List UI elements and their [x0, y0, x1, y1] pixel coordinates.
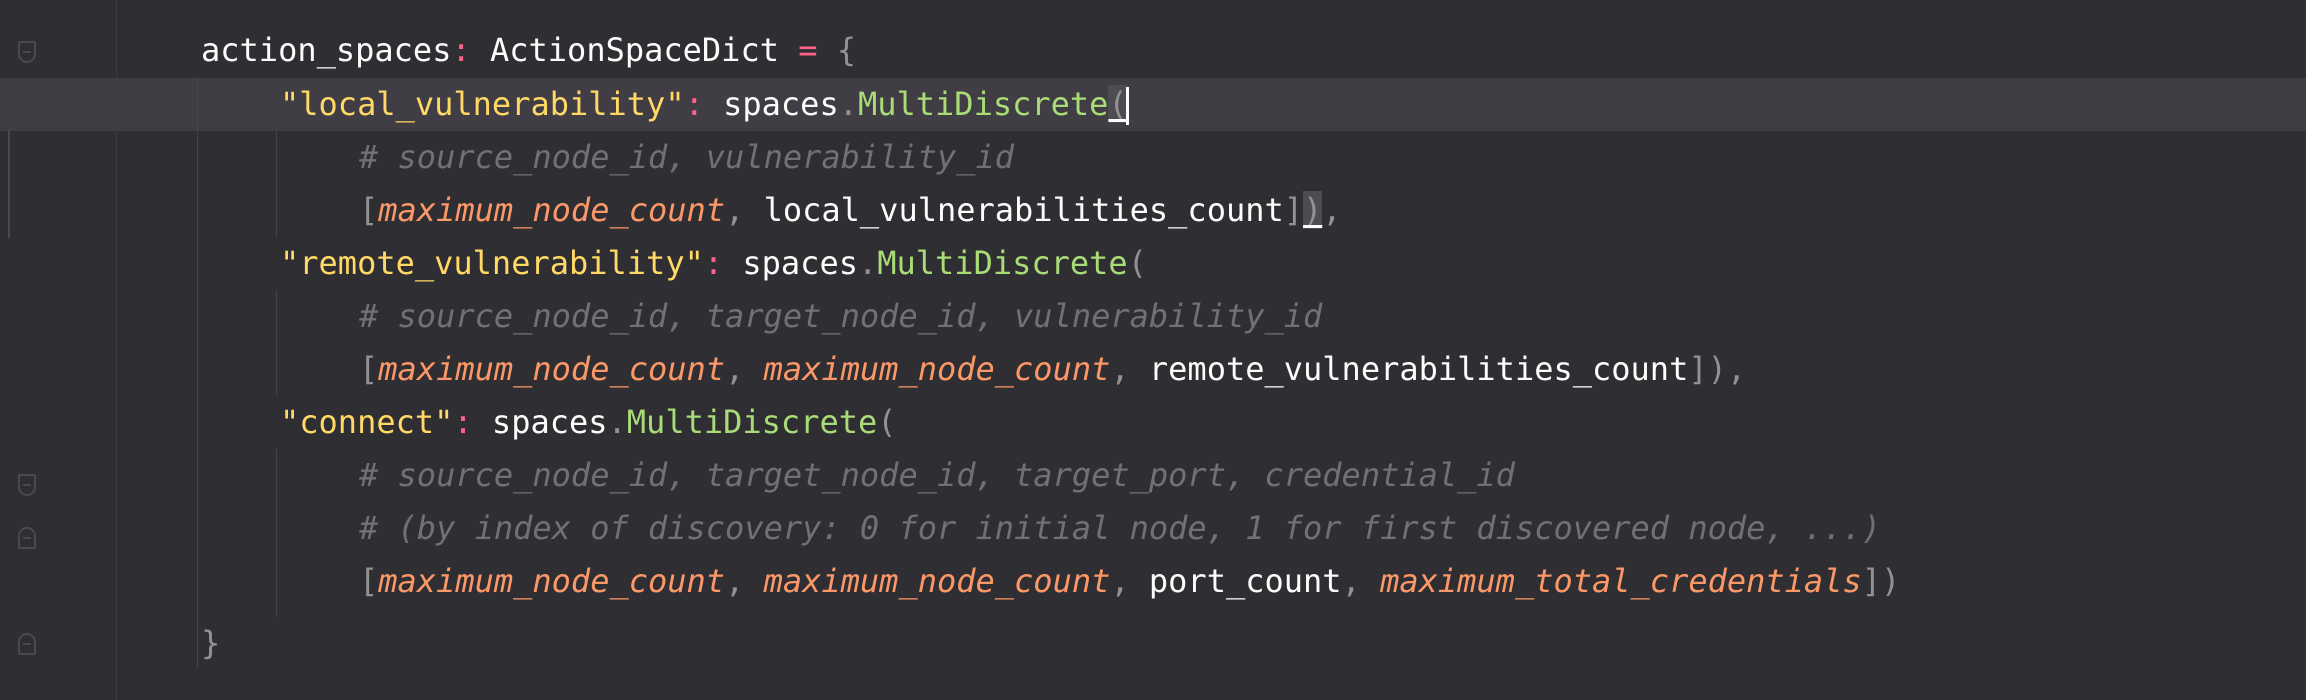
bracket-token: ] [1283, 191, 1304, 229]
type-name: ActionSpaceDict [489, 31, 779, 69]
dot-token: . [838, 85, 858, 123]
comma-token: , [725, 350, 764, 388]
fold-close-icon[interactable] [18, 633, 36, 655]
code-editor[interactable]: action_spaces: ActionSpaceDict = { "loca… [0, 0, 2306, 700]
variable-name: port_count [1148, 562, 1342, 600]
text-caret [1125, 87, 1129, 125]
bracket-token: [ [359, 562, 379, 600]
parameter-name: maximum_node_count [763, 350, 1111, 388]
comment: # (by index of discovery: 0 for initial … [359, 509, 1881, 547]
variable-name: action_spaces [201, 31, 452, 69]
indent-guide [276, 131, 277, 237]
variable-name: remote_vulnerabilities_count [1148, 350, 1689, 388]
matched-paren: ) [1303, 191, 1323, 229]
indent-guide [276, 449, 277, 617]
parameter-name: maximum_node_count [378, 191, 726, 229]
parameter-name: maximum_node_count [378, 350, 726, 388]
code-line-4[interactable]: [maximum_node_count, local_vulnerabiliti… [359, 184, 1342, 237]
class-name: MultiDiscrete [857, 85, 1109, 123]
comma-token: , [1110, 350, 1149, 388]
module-name: spaces [491, 403, 608, 441]
parameter-name: maximum_node_count [378, 562, 726, 600]
code-line-10[interactable]: # (by index of discovery: 0 for initial … [359, 502, 1881, 555]
fold-open-icon[interactable] [18, 41, 36, 63]
variable-name: local_vulnerabilities_count [763, 191, 1284, 229]
comment: # source_node_id, target_node_id, target… [359, 456, 1515, 494]
bracket-token: [ [359, 350, 379, 388]
string-key: "connect" [280, 403, 454, 441]
comma-token: , [1341, 562, 1381, 600]
module-name: spaces [723, 85, 839, 123]
code-line-12[interactable]: } [201, 617, 220, 670]
code-line-9[interactable]: # source_node_id, target_node_id, target… [359, 449, 1515, 502]
bracket-token: ]), [1688, 350, 1747, 388]
code-line-8[interactable]: "connect": spaces.MultiDiscrete( [280, 396, 897, 449]
string-key: "local_vulnerability" [280, 85, 685, 123]
parameter-name: maximum_total_credentials [1380, 562, 1862, 600]
brace-token: } [201, 624, 221, 662]
comment: # source_node_id, target_node_id, vulner… [359, 297, 1323, 335]
fold-open-icon[interactable] [18, 474, 36, 496]
paren-token: ( [1127, 244, 1147, 282]
string-key: "remote_vulnerability" [280, 244, 704, 282]
class-name: MultiDiscrete [626, 403, 878, 441]
code-line-3[interactable]: # source_node_id, vulnerability_id [359, 131, 1014, 184]
comma-token: , [725, 191, 764, 229]
dot-token: . [607, 403, 627, 441]
bracket-token: [ [359, 191, 379, 229]
colon-token: : [451, 31, 471, 69]
indent-guide [276, 290, 277, 396]
comma-token: , [1110, 562, 1149, 600]
fold-close-icon[interactable] [18, 527, 36, 549]
colon-token: : [703, 244, 724, 282]
operator-token: = [798, 31, 818, 69]
code-line-1[interactable]: action_spaces: ActionSpaceDict = { [201, 24, 856, 77]
dot-token: . [857, 244, 878, 282]
class-name: MultiDiscrete [877, 244, 1128, 282]
comment: # source_node_id, vulnerability_id [359, 138, 1015, 176]
bracket-token: ]) [1861, 562, 1901, 600]
code-line-2[interactable]: "local_vulnerability": spaces.MultiDiscr… [280, 78, 1129, 131]
code-line-7[interactable]: [maximum_node_count, maximum_node_count,… [359, 343, 1746, 396]
code-line-5[interactable]: "remote_vulnerability": spaces.MultiDisc… [280, 237, 1147, 290]
colon-token: : [453, 403, 473, 441]
comma-token: , [725, 562, 764, 600]
module-name: spaces [742, 244, 858, 282]
brace-token: { [836, 31, 857, 69]
indent-guide [197, 78, 198, 668]
code-line-11[interactable]: [maximum_node_count, maximum_node_count,… [359, 555, 1900, 608]
parameter-name: maximum_node_count [763, 562, 1111, 600]
colon-token: : [684, 85, 704, 123]
paren-token: ( [877, 403, 897, 441]
comma-token: , [1322, 191, 1342, 229]
code-line-6[interactable]: # source_node_id, target_node_id, vulner… [359, 290, 1322, 343]
